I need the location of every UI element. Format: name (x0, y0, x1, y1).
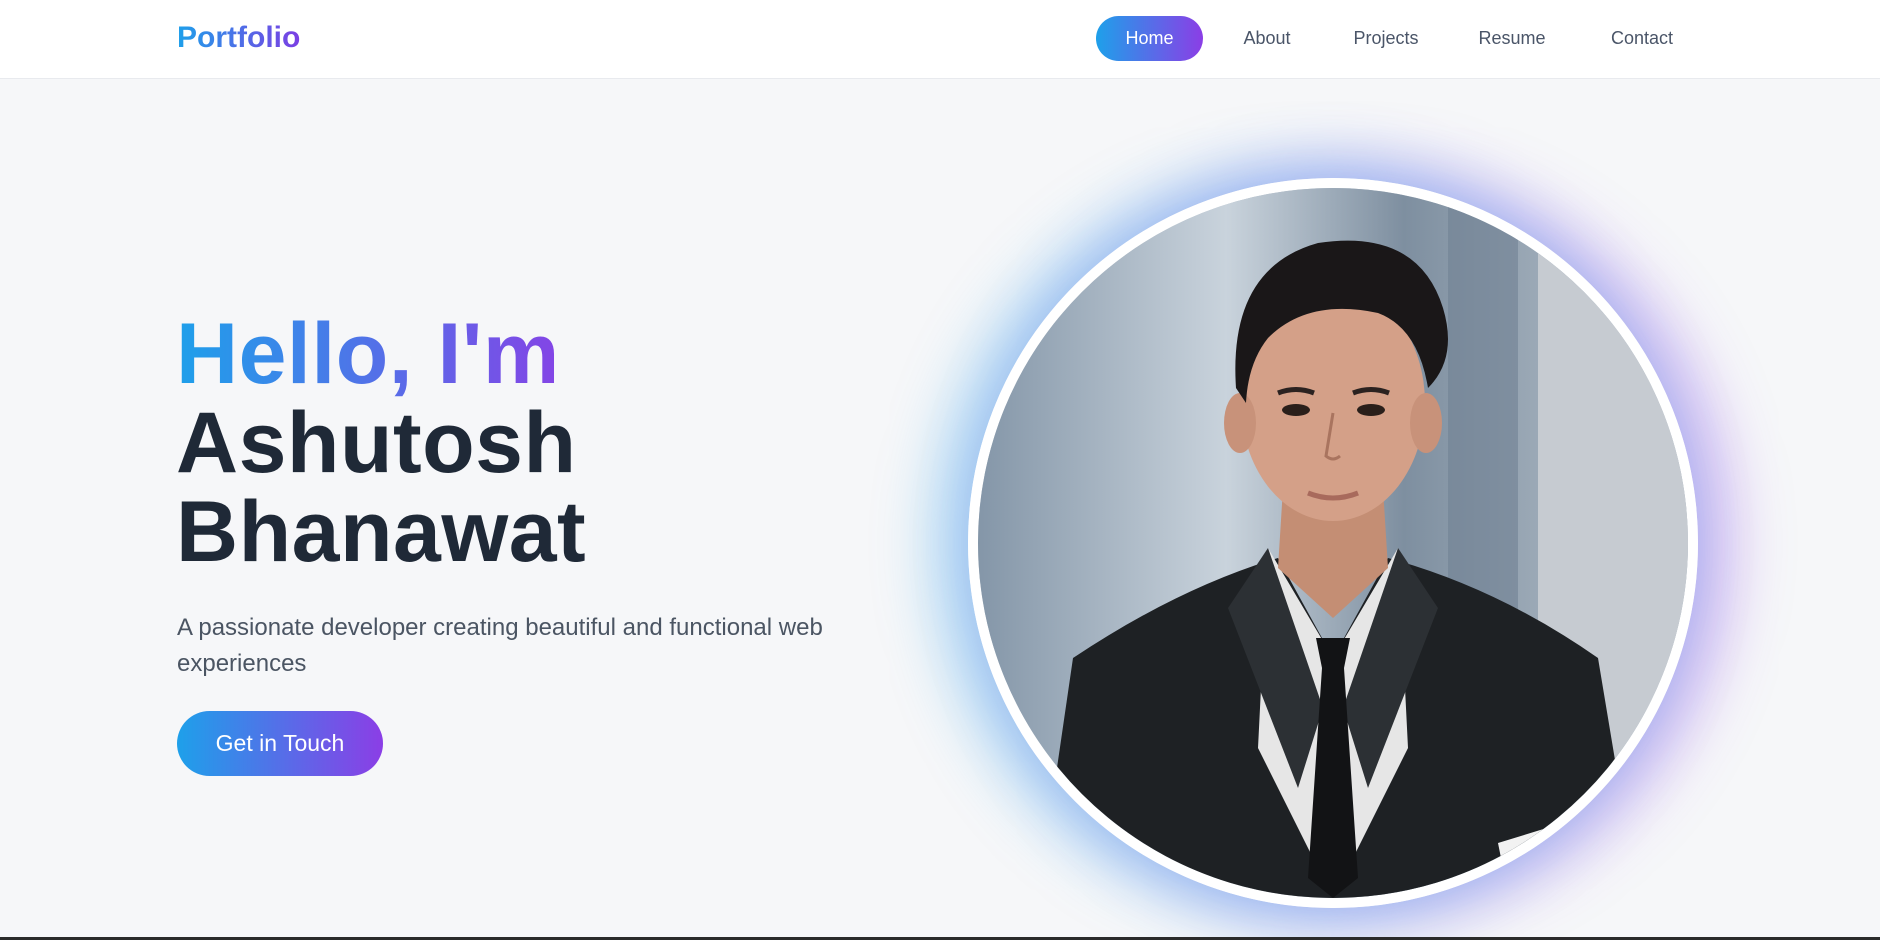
hero-tagline: A passionate developer creating beautifu… (177, 614, 823, 677)
nav-link-about[interactable]: About (1234, 16, 1300, 61)
profile-photo (968, 178, 1698, 908)
hero-last-name: Bhanawat (176, 484, 587, 580)
hero-first-name: Ashutosh (176, 395, 577, 491)
nav-link-contact[interactable]: Contact (1604, 16, 1680, 61)
profile-photo-illustration (978, 188, 1688, 898)
nav-link-resume[interactable]: Resume (1474, 16, 1550, 61)
brand-logo[interactable]: Portfolio (177, 20, 300, 56)
navbar: Portfolio Home About Projects Resume Con… (0, 0, 1880, 79)
get-in-touch-button[interactable]: Get in Touch (177, 711, 383, 776)
hero-greeting: Hello, I'm (176, 310, 586, 399)
hero-heading: Hello, I'm Ashutosh Bhanawat (176, 310, 586, 577)
nav-link-home[interactable]: Home (1096, 16, 1203, 61)
nav-link-projects[interactable]: Projects (1345, 16, 1427, 61)
